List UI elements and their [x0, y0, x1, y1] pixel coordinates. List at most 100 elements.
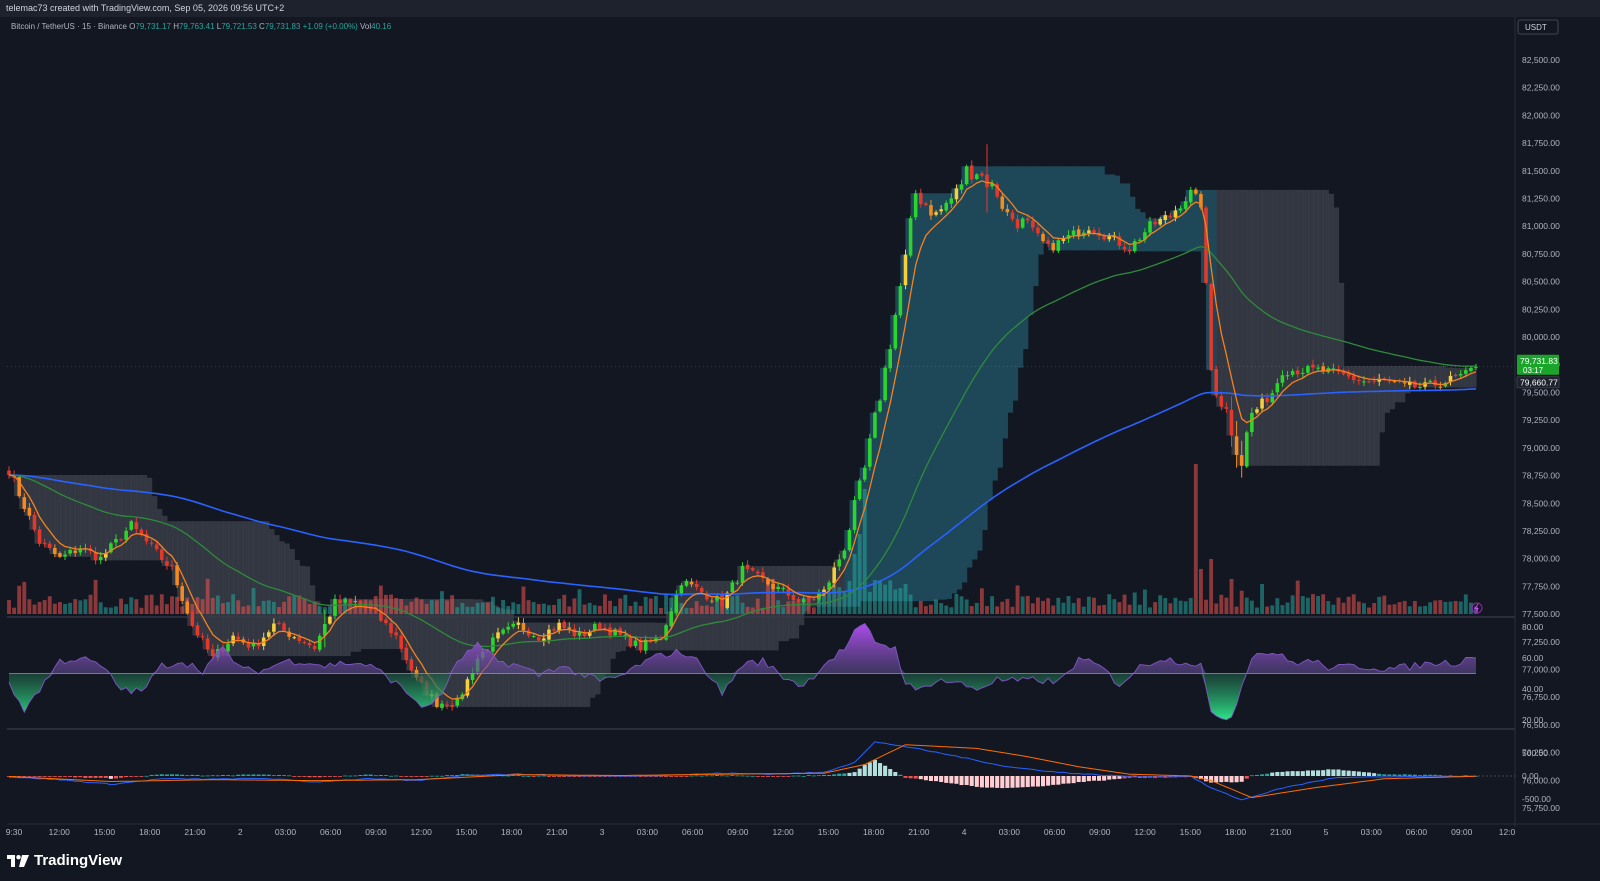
- time-axis-label: 09:00: [727, 827, 749, 837]
- macd-hist-bar: [1086, 776, 1091, 782]
- candle-body: [1046, 240, 1050, 244]
- tradingview-logo[interactable]: TradingView: [7, 852, 122, 869]
- volume-bar: [1193, 464, 1198, 614]
- macd-hist-bar: [883, 765, 888, 776]
- macd-hist-bar: [414, 776, 419, 777]
- volume-bar: [776, 600, 781, 614]
- volume-bar: [200, 599, 205, 614]
- candle-body: [1015, 219, 1020, 229]
- macd-hist-bar: [755, 776, 760, 777]
- cloud-segment: [1267, 189, 1273, 466]
- candle-body: [684, 580, 689, 586]
- cloud-segment: [987, 166, 993, 501]
- macd-hist-bar: [669, 776, 674, 777]
- candle-body: [1056, 240, 1061, 251]
- macd-hist-bar: [837, 773, 842, 776]
- candle-body: [1158, 218, 1162, 225]
- volume-bar: [572, 598, 577, 614]
- rsi-axis-label: 20.00: [1522, 715, 1544, 725]
- candle-body: [1372, 380, 1376, 382]
- volume-bar: [1102, 604, 1107, 614]
- time-axis-label: 9:30: [6, 827, 23, 837]
- macd-hist-bar: [862, 764, 867, 776]
- trading-chart[interactable]: 82,500.00 82,250.00 82,000.00 81,750.00 81,5…: [0, 17, 1600, 847]
- candle-body: [1178, 208, 1183, 211]
- volume-bar: [979, 588, 984, 614]
- volume-bar: [1092, 597, 1096, 614]
- candle-body: [1301, 372, 1305, 374]
- time-axis-label: 09:00: [1451, 827, 1473, 837]
- volume-bar: [287, 596, 292, 614]
- cloud-segment: [1027, 166, 1034, 315]
- volume-bar: [210, 597, 215, 614]
- macd-hist-bar: [709, 775, 714, 777]
- macd-hist-bar: [526, 775, 531, 777]
- volume-bar: [302, 598, 307, 614]
- macd-hist-bar: [796, 775, 801, 777]
- macd-hist-bar: [536, 775, 541, 777]
- candle-body: [1000, 196, 1005, 209]
- macd-hist-bar: [684, 776, 689, 777]
- macd-hist-bar: [42, 776, 47, 777]
- candle-body: [170, 565, 174, 567]
- volume-bar: [699, 605, 704, 614]
- candle-body: [114, 538, 118, 543]
- macd-hist-bar: [816, 775, 821, 777]
- cloud-segment: [1221, 189, 1228, 409]
- volume-bar: [1321, 594, 1326, 614]
- macd-hist-bar: [786, 776, 791, 777]
- macd-hist-bar: [139, 776, 144, 777]
- macd-hist-bar: [1326, 769, 1331, 776]
- candle-body: [394, 632, 398, 636]
- candle-body: [1244, 432, 1249, 467]
- candle-body: [898, 286, 903, 316]
- candle-body: [975, 174, 979, 179]
- volume-bar: [1433, 600, 1438, 614]
- volume-bar: [17, 585, 22, 614]
- volume-bar: [1219, 594, 1224, 614]
- macd-hist-bar: [928, 776, 934, 781]
- candle-body: [409, 659, 414, 671]
- time-axis-label: 2: [238, 827, 243, 837]
- volume-bar: [1382, 595, 1387, 614]
- volume-bar: [898, 588, 903, 614]
- symbol-legend[interactable]: Bitcoin / TetherUS · 15 · Binance O79,73…: [11, 22, 392, 31]
- cloud-segment: [1318, 189, 1324, 466]
- candle-body: [185, 601, 190, 614]
- volume-bar: [613, 606, 618, 614]
- time-axis-label: 18:00: [501, 827, 523, 837]
- candle-body: [68, 549, 72, 554]
- macd-hist-bar: [149, 774, 154, 776]
- volume-bar: [429, 600, 434, 614]
- macd-hist-bar: [959, 776, 964, 786]
- volume-bar: [1412, 601, 1417, 614]
- candle-body: [1168, 216, 1173, 218]
- macd-hist-bar: [1030, 776, 1035, 787]
- cloud-segment: [1323, 189, 1329, 466]
- cloud-segment: [1236, 189, 1243, 466]
- candle-body: [236, 636, 241, 639]
- macd-hist-bar: [388, 775, 394, 777]
- cloud-segment: [1389, 366, 1396, 410]
- candle-body: [348, 600, 353, 602]
- macd-hist-bar: [750, 775, 755, 777]
- volume-bar: [1336, 597, 1341, 614]
- volume-bar: [271, 601, 276, 614]
- time-axis-label: 12:0: [1499, 827, 1516, 837]
- volume-bar: [440, 591, 444, 614]
- macd-hist-bar: [521, 775, 526, 777]
- macd-hist-bar: [261, 774, 266, 776]
- price-axis-label: 77,500.00: [1522, 609, 1560, 619]
- macd-hist-bar: [1300, 771, 1305, 776]
- volume-bar: [648, 598, 653, 614]
- macd-hist-bar: [1244, 776, 1249, 779]
- cloud-segment: [1328, 193, 1334, 466]
- candle-body: [735, 582, 740, 584]
- volume-bar: [1163, 598, 1168, 614]
- volume-bar: [1036, 597, 1040, 614]
- price-axis-label: 80,000.00: [1522, 332, 1560, 342]
- candle-body: [628, 636, 633, 647]
- cloud-segment: [1333, 207, 1340, 466]
- volume-bar: [266, 600, 271, 614]
- volume-bar: [1132, 592, 1137, 614]
